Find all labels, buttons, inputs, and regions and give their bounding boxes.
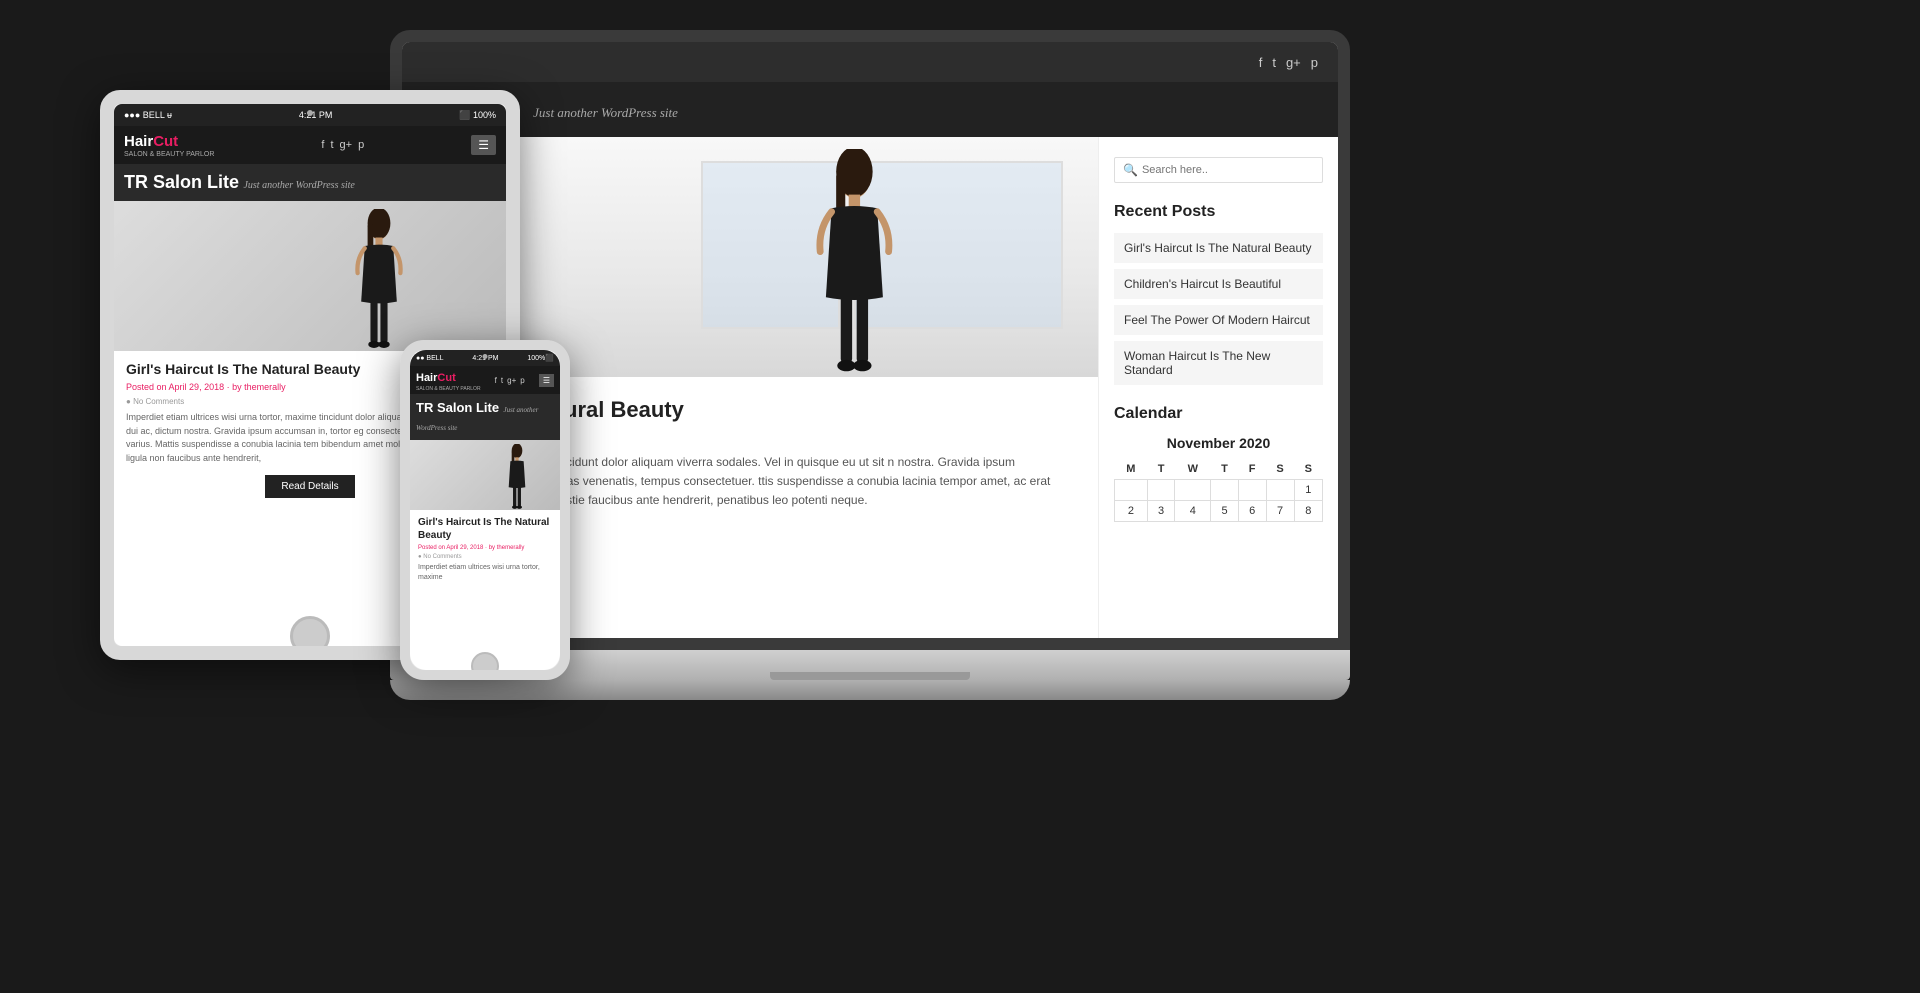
tablet-battery: ⬛ 100% bbox=[459, 110, 496, 121]
tablet-camera bbox=[307, 110, 313, 116]
laptop-sidebar: 🔍 Recent Posts Girl's Haircut Is The Nat… bbox=[1098, 137, 1338, 638]
table-row: 1 bbox=[1115, 480, 1323, 501]
pinterest-icon[interactable]: p bbox=[1311, 55, 1318, 70]
googleplus-icon[interactable]: g+ bbox=[1286, 55, 1301, 70]
cal-header-s1: S bbox=[1266, 459, 1294, 480]
cal-header-s2: S bbox=[1294, 459, 1322, 480]
phone-nav-icons: f t g+ p bbox=[495, 376, 525, 385]
cal-header-t1: T bbox=[1147, 459, 1175, 480]
phone-post-content: Girl's Haircut Is The Natural Beauty Pos… bbox=[410, 510, 560, 589]
phone-body: ●● BELL 4:21 PM 100%⬛ HairCut SALON & BE… bbox=[400, 340, 570, 680]
phone-fb-icon[interactable]: f bbox=[495, 376, 497, 385]
woman-figure-svg bbox=[750, 149, 959, 377]
cal-header-w: W bbox=[1175, 459, 1211, 480]
phone-site-title: TR Salon Lite bbox=[416, 400, 499, 415]
tablet-title-bar: TR Salon Lite Just another WordPress sit… bbox=[114, 164, 506, 201]
phone-carrier: ●● BELL bbox=[416, 355, 444, 362]
cal-header-t2: T bbox=[1211, 459, 1239, 480]
laptop-tagline: Just another WordPress site bbox=[533, 105, 678, 120]
phone-battery: 100%⬛ bbox=[527, 354, 554, 362]
phone-nav: HairCut SALON & BEAUTY PARLOR f t g+ p ☰ bbox=[410, 366, 560, 394]
read-more-button[interactable]: Read Details bbox=[265, 475, 354, 498]
sidebar-post-item[interactable]: Children's Haircut Is Beautiful bbox=[1114, 269, 1323, 299]
cal-header-m: M bbox=[1115, 459, 1148, 480]
phone-post-text: Imperdiet etiam ultrices wisi urna torto… bbox=[418, 563, 552, 583]
phone-home-button[interactable] bbox=[471, 652, 499, 680]
phone-nav-subtitle: SALON & BEAUTY PARLOR bbox=[416, 386, 481, 392]
tablet-post-image bbox=[114, 201, 506, 351]
phone-logo: HairCut SALON & BEAUTY PARLOR bbox=[416, 368, 481, 392]
search-box[interactable]: 🔍 bbox=[1114, 157, 1323, 183]
tablet-logo: HairCut SALON & BEAUTY PARLOR bbox=[124, 133, 214, 158]
laptop-camera bbox=[866, 34, 874, 42]
phone-gp-icon[interactable]: g+ bbox=[507, 376, 516, 385]
tablet-fb-icon[interactable]: f bbox=[321, 139, 324, 151]
phone-camera bbox=[483, 354, 488, 359]
phone-comments: ● No Comments bbox=[418, 554, 552, 560]
tablet-tw-icon[interactable]: t bbox=[330, 139, 333, 151]
twitter-icon[interactable]: t bbox=[1272, 55, 1276, 70]
phone-post-title: Girl's Haircut Is The Natural Beauty bbox=[418, 516, 552, 542]
tablet-carrier: ●●● BELL ᵾ bbox=[124, 110, 172, 120]
sidebar-post-item[interactable]: Feel The Power Of Modern Haircut bbox=[1114, 305, 1323, 335]
phone-pin-icon[interactable]: p bbox=[520, 376, 524, 385]
tablet-site-title: TR Salon Lite bbox=[124, 172, 239, 192]
phone-post-meta: Posted on April 29, 2018 · by themerally bbox=[418, 545, 552, 551]
phone-screen: ●● BELL 4:21 PM 100%⬛ HairCut SALON & BE… bbox=[410, 350, 560, 670]
tablet-nav-subtitle: SALON & BEAUTY PARLOR bbox=[124, 151, 214, 158]
tablet-time: 4:21 PM bbox=[299, 110, 333, 120]
tablet-menu-button[interactable]: ☰ bbox=[471, 135, 496, 155]
phone-menu-button[interactable]: ☰ bbox=[539, 374, 554, 387]
tablet-site-tagline: Just another WordPress site bbox=[243, 180, 354, 191]
phone-tw-icon[interactable]: t bbox=[501, 376, 503, 385]
recent-posts-title: Recent Posts bbox=[1114, 203, 1323, 221]
sidebar-post-item[interactable]: Girl's Haircut Is The Natural Beauty bbox=[1114, 233, 1323, 263]
calendar-month: November 2020 bbox=[1114, 435, 1323, 451]
tablet-nav: HairCut SALON & BEAUTY PARLOR f t g+ p ☰ bbox=[114, 126, 506, 164]
phone-device: ●● BELL 4:21 PM 100%⬛ HairCut SALON & BE… bbox=[400, 340, 570, 700]
calendar-title: Calendar bbox=[1114, 405, 1323, 423]
laptop-header-bar: f t g+ p bbox=[402, 42, 1338, 82]
cal-header-f: F bbox=[1238, 459, 1266, 480]
tablet-nav-icons: f t g+ p bbox=[321, 139, 364, 151]
laptop-title-bar: HairCut Just another WordPress site bbox=[402, 82, 1338, 137]
search-input[interactable] bbox=[1142, 164, 1314, 176]
sidebar-post-item[interactable]: Woman Haircut Is The New Standard bbox=[1114, 341, 1323, 385]
facebook-icon[interactable]: f bbox=[1259, 55, 1263, 70]
tablet-gp-icon[interactable]: g+ bbox=[340, 139, 353, 151]
table-row: 2 3 4 5 6 7 8 bbox=[1115, 501, 1323, 522]
phone-post-image bbox=[410, 440, 560, 510]
phone-woman-figure bbox=[496, 444, 538, 511]
calendar-table: M T W T F S S bbox=[1114, 459, 1323, 522]
tablet-woman-figure bbox=[330, 209, 428, 352]
tablet-home-button[interactable] bbox=[290, 616, 330, 656]
tablet-pin-icon[interactable]: p bbox=[358, 139, 364, 151]
calendar-widget: Calendar November 2020 M T W T F S bbox=[1114, 405, 1323, 522]
phone-title-bar: TR Salon Lite Just another WordPress sit… bbox=[410, 394, 560, 440]
